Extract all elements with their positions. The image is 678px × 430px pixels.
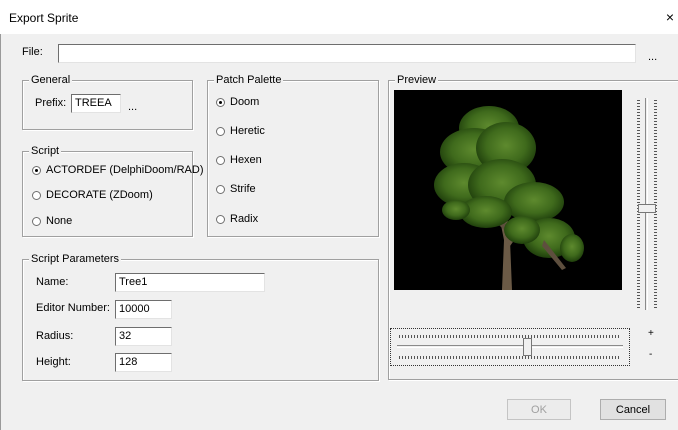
general-legend: General — [29, 74, 73, 87]
window-edge — [0, 34, 1, 430]
file-input[interactable] — [58, 44, 636, 63]
prefix-input[interactable]: TREEA — [71, 94, 121, 113]
slider-track — [397, 345, 623, 348]
palette-option-heretic[interactable]: Heretic — [216, 125, 265, 137]
palette-option-label: Hexen — [230, 154, 262, 166]
radio-indicator — [32, 216, 41, 226]
radio-indicator — [216, 184, 225, 194]
radio-indicator — [216, 126, 225, 136]
palette-option-hexen[interactable]: Hexen — [216, 154, 262, 166]
prefix-label: Prefix: — [35, 97, 67, 109]
preview-canvas[interactable] — [394, 90, 622, 290]
file-browse-button[interactable]: ... — [648, 51, 657, 63]
palette-option-radix[interactable]: Radix — [216, 213, 258, 225]
vertical-zoom-slider[interactable] — [634, 96, 660, 312]
palette-option-label: Doom — [230, 96, 260, 108]
radio-indicator — [32, 165, 41, 175]
script-option-label: None — [46, 215, 73, 227]
palette-option-doom[interactable]: Doom — [216, 96, 259, 108]
slider-ticks-top — [399, 335, 621, 338]
zoom-out-button[interactable]: - — [649, 349, 652, 360]
close-icon[interactable]: × — [664, 10, 676, 24]
script-option-label: DECORATE (ZDoom) — [46, 189, 153, 201]
script-option-decorate[interactable]: DECORATE (ZDoom) — [32, 189, 153, 201]
script-legend: Script — [29, 145, 62, 158]
file-label: File: — [22, 46, 43, 58]
palette-option-strife[interactable]: Strife — [216, 183, 256, 195]
horizontal-slider[interactable] — [390, 328, 630, 366]
palette-option-label: Radix — [230, 213, 259, 225]
title-bar: Export Sprite × — [0, 0, 678, 34]
height-label: Height: — [36, 356, 71, 368]
window-title: Export Sprite — [9, 11, 79, 25]
editor-number-label: Editor Number: — [36, 302, 110, 314]
editor-number-input[interactable]: 10000 — [115, 300, 172, 319]
name-label: Name: — [36, 276, 69, 288]
radio-indicator — [216, 214, 225, 224]
patch-palette-legend: Patch Palette — [214, 74, 284, 87]
preview-legend: Preview — [395, 74, 439, 87]
radio-indicator — [216, 155, 225, 165]
palette-option-label: Heretic — [230, 125, 265, 137]
radius-label: Radius: — [36, 330, 74, 342]
slider-thumb[interactable] — [522, 338, 532, 356]
prefix-browse-button[interactable]: ... — [128, 101, 137, 113]
script-option-none[interactable]: None — [32, 215, 72, 227]
ok-button[interactable]: OK — [507, 399, 571, 420]
radius-input[interactable]: 32 — [115, 327, 172, 346]
name-input[interactable]: Tree1 — [115, 273, 265, 292]
script-parameters-legend: Script Parameters — [29, 253, 122, 266]
radio-indicator — [32, 190, 41, 200]
radio-indicator — [216, 97, 225, 107]
palette-option-label: Strife — [230, 183, 256, 195]
slider-thumb[interactable] — [638, 203, 656, 213]
tree-sprite-image — [434, 106, 584, 290]
script-option-label: ACTORDEF (DelphiDoom/RAD) — [46, 164, 204, 176]
zoom-in-button[interactable]: + — [648, 328, 654, 339]
cancel-button[interactable]: Cancel — [600, 399, 666, 420]
height-input[interactable]: 128 — [115, 353, 172, 372]
script-option-actordef[interactable]: ACTORDEF (DelphiDoom/RAD) — [32, 164, 204, 176]
slider-ticks-bottom — [399, 356, 621, 359]
